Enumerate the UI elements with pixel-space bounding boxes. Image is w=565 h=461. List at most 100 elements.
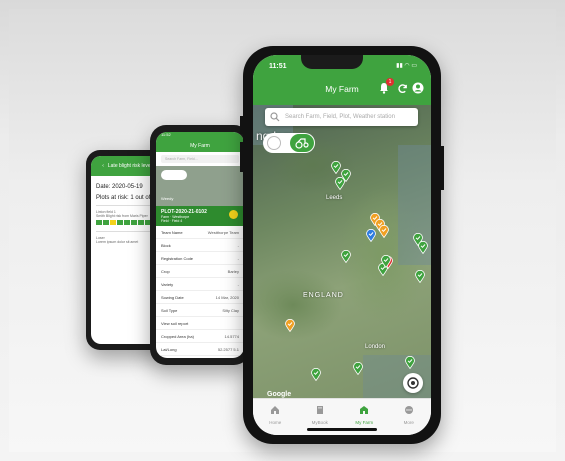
status-time: 11:52	[156, 132, 244, 140]
sync-icon[interactable]	[397, 83, 408, 94]
label-leeds: Leeds	[326, 195, 343, 201]
field-pin-healthy[interactable]	[331, 161, 341, 174]
weather-station-pin[interactable]	[366, 229, 376, 242]
detail-label: Crop	[161, 268, 170, 274]
detail-value: 14 Mar, 2020	[215, 294, 239, 300]
back-arrow-icon[interactable]: ‹	[102, 163, 104, 169]
map-view-toggle[interactable]	[263, 133, 315, 153]
detail-label: Sowing Date	[161, 294, 184, 300]
risk-level-cell	[117, 220, 123, 225]
risk-level-cell	[124, 220, 130, 225]
phone-notch	[301, 55, 363, 69]
volume-button	[240, 142, 243, 172]
locate-me-button[interactable]	[403, 373, 423, 393]
detail-label: Lat/Long	[161, 346, 177, 352]
more-icon	[404, 406, 413, 414]
field-pin-healthy[interactable]	[341, 250, 351, 263]
field-pin-healthy[interactable]	[415, 270, 425, 283]
home-indicator	[307, 428, 377, 431]
target-icon	[407, 377, 419, 389]
farm-icon	[360, 406, 369, 414]
section-label: Weedy	[161, 196, 174, 201]
detail-label: Soil Type	[161, 307, 178, 313]
volume-button	[240, 116, 243, 134]
detail-label: Variety	[161, 281, 174, 287]
divider	[96, 231, 158, 232]
search-placeholder: Search Farm, Field, Plot, Weather statio…	[285, 114, 395, 120]
label-london: London	[365, 344, 386, 350]
detail-row: Registration Code -	[156, 252, 244, 265]
field-pin-healthy[interactable]	[335, 177, 345, 190]
plot-details-list: Team Name Westthorpe Team Block - Registrati…	[156, 226, 244, 358]
plot-field: Field · Field 4	[161, 219, 183, 223]
phone-notch	[108, 150, 136, 156]
field-pin-healthy[interactable]	[405, 356, 415, 369]
view-toggle[interactable]	[161, 170, 187, 180]
detail-row[interactable]: View soil report	[156, 317, 244, 330]
detail-row: Cropped Area (ha) 14.5774	[156, 330, 244, 343]
tab-label: My Farm	[355, 420, 374, 425]
user-profile-icon[interactable]	[412, 82, 424, 94]
detail-label: Team Name	[161, 229, 183, 235]
detail-value: Silty Clay	[222, 307, 239, 313]
detail-row: Crop Barley	[156, 265, 244, 278]
field-pin-healthy[interactable]	[311, 368, 321, 381]
search-input[interactable]: Search Farm, Field...	[161, 155, 239, 163]
phone-middle-title: My Farm	[156, 140, 244, 152]
map-thumbnail[interactable]: Weedy	[156, 166, 244, 206]
field-pin-warning[interactable]	[379, 225, 389, 238]
detail-row: Team Name Westthorpe Team	[156, 226, 244, 239]
detail-row: Lat/Long 52.2577 5.1	[156, 343, 244, 356]
detail-row: Block -	[156, 239, 244, 252]
detail-value: -	[237, 242, 239, 248]
detail-value: -	[237, 281, 239, 287]
detail-value: 14.5774	[224, 333, 239, 339]
field-pin-warning[interactable]	[285, 319, 295, 332]
field-pin-healthy[interactable]	[353, 362, 363, 375]
power-button	[441, 146, 444, 190]
detail-label: Registration Code	[161, 255, 194, 261]
book-icon	[316, 406, 323, 414]
risk-level-cell	[131, 220, 137, 225]
phone-front: Leeds ENGLAND London ngdom 11:51 ▮▮ ◠ ▭ …	[240, 46, 444, 444]
tab-label: MyBook	[311, 420, 328, 425]
phone-front-screen: Leeds ENGLAND London ngdom 11:51 ▮▮ ◠ ▭ …	[253, 55, 431, 435]
home-icon	[271, 406, 280, 414]
notification-badge: 1	[386, 78, 394, 86]
detail-value: Westthorpe Team	[207, 229, 239, 235]
plot-card[interactable]: PLOT-2020-21-0102 Farm · Westhorpe Field…	[156, 206, 244, 226]
detail-value: Barley	[227, 268, 239, 274]
tab-label: Home	[269, 420, 282, 425]
detail-row: Soil Type Silty Clay	[156, 304, 244, 317]
detail-row: Sowing Date 14 Mar, 2020	[156, 291, 244, 304]
risk-level-cell	[138, 220, 144, 225]
detail-value: -	[237, 255, 239, 261]
google-logo: Google	[267, 391, 292, 398]
field-pin-healthy[interactable]	[381, 255, 391, 268]
search-icon	[270, 112, 280, 122]
phone-middle: 11:52 My Farm Search Farm, Field... Weed…	[150, 125, 250, 365]
phone-middle-screen: 11:52 My Farm Search Farm, Field... Weed…	[156, 132, 244, 358]
risk-level-cell	[96, 220, 102, 225]
tab-more[interactable]: More	[387, 399, 432, 435]
risk-dot	[229, 210, 238, 219]
tab-home[interactable]: Home	[253, 399, 298, 435]
detail-value: 52.2577 5.1	[217, 346, 239, 352]
field-pin-healthy[interactable]	[418, 241, 428, 254]
farm-toggle-icon[interactable]	[290, 134, 314, 152]
satellite-toggle-icon[interactable]	[267, 136, 281, 150]
signal-wifi-battery-icon: ▮▮ ◠ ▭	[396, 63, 417, 69]
detail-row: Variety -	[156, 278, 244, 291]
phone-notch	[180, 125, 214, 132]
detail-label: Block	[161, 242, 171, 248]
tab-label: More	[403, 420, 414, 425]
phone-back-title: Late blight risk level	[107, 163, 152, 169]
label-england: ENGLAND	[303, 292, 344, 299]
detail-row: Acres	[156, 356, 244, 358]
divider	[96, 205, 158, 206]
detail-label: View soil report	[161, 320, 189, 326]
risk-level-cell	[110, 220, 116, 225]
status-time: 11:51	[269, 63, 287, 70]
search-input[interactable]: Search Farm, Field, Plot, Weather statio…	[265, 108, 418, 126]
risk-level-cell	[103, 220, 109, 225]
